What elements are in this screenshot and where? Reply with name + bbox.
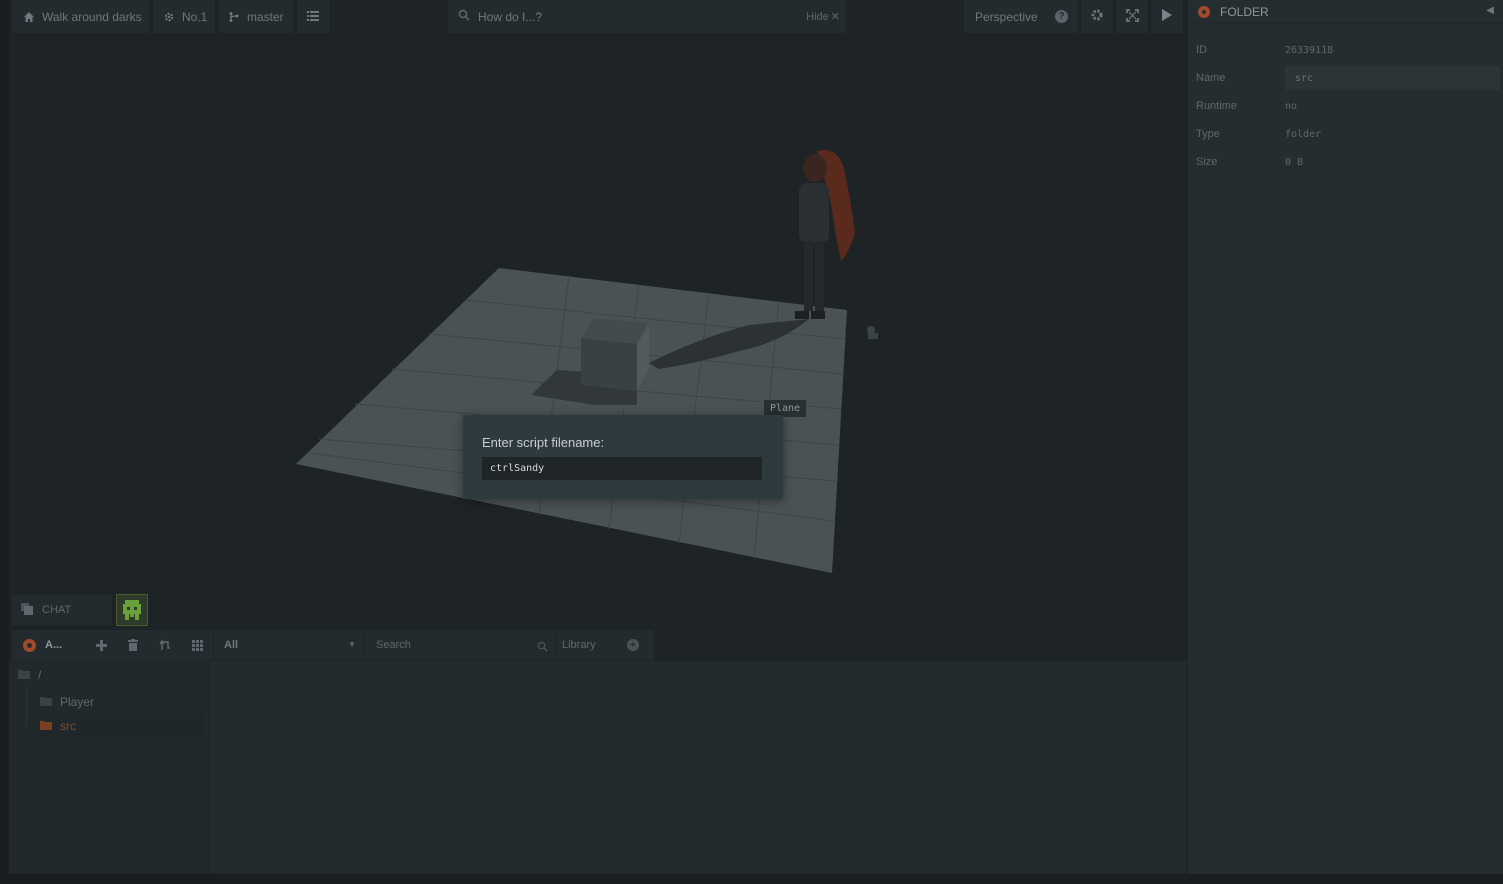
project-home-button[interactable]: Walk around darks [12,0,149,33]
tree-root-folder[interactable]: / [18,668,41,682]
row-key: Runtime [1196,100,1237,112]
avatar-icon [123,600,141,620]
row-value: 0 B [1285,156,1304,168]
fullscreen-button[interactable] [1116,0,1148,33]
asset-search-input[interactable] [376,639,526,651]
view-mode-label: Perspective [975,9,1038,24]
fullscreen-icon [1125,8,1139,25]
help-search-bar: Hide✕ [448,0,846,33]
inspector-title: FOLDER [1220,4,1269,19]
inspector-panel: FOLDER ◀ ID 26339118 Name src Runtime no… [1188,0,1503,874]
scene-settings-button[interactable]: No.1 [153,0,215,33]
tree-item-player[interactable]: Player [40,691,203,713]
row-value: folder [1285,128,1322,140]
left-edge-strip [0,0,9,874]
record-icon [1198,5,1210,18]
branch-icon [228,11,240,23]
trash-icon [128,639,138,651]
library-button[interactable]: Library + [556,639,646,651]
inspector-row-size: Size 0 B [1188,148,1503,176]
folder-icon [40,719,52,733]
list-icon [307,10,319,24]
library-label: Library [562,639,596,651]
scene-viewport[interactable] [9,33,1186,661]
asset-tree: / Player src [9,661,209,873]
menu-list-button[interactable] [297,0,329,33]
add-circle-icon[interactable]: + [627,639,639,651]
inspector-row-name: Name src [1188,64,1503,92]
row-value: no [1285,100,1298,112]
scene-render [296,149,878,573]
inspector-row-runtime: Runtime no [1188,92,1503,120]
up-arrow-icon [159,639,170,650]
editor-settings-button[interactable] [1081,0,1113,33]
name-field[interactable]: src [1285,66,1500,90]
grid-view-button[interactable] [181,639,213,651]
close-icon: ✕ [830,11,840,23]
tree-item-label: src [60,719,76,733]
row-value: 26339118 [1285,44,1334,56]
chevron-down-icon: ▼ [348,640,356,649]
dialog-label: Enter script filename: [482,435,605,450]
asset-filter-dropdown[interactable]: All ▼ [214,639,364,651]
inspector-row-id: ID 26339118 [1188,36,1503,64]
assets-title: A... [45,639,63,651]
row-key: Size [1196,156,1218,168]
chat-icon [21,602,33,618]
scene-name: No.1 [182,9,208,24]
search-icon [458,9,470,24]
chat-tab[interactable]: CHAT [12,595,112,625]
branch-name: master [247,9,284,24]
script-filename-input[interactable] [482,457,762,480]
asset-search [365,639,555,652]
row-key: Name [1196,72,1226,84]
project-name: Walk around darks [42,9,142,24]
help-search-input[interactable] [478,9,778,24]
collapse-left-icon[interactable]: ◀ [1486,5,1494,16]
help-icon[interactable]: ? [1055,10,1068,23]
folder-icon [40,695,52,709]
view-mode-dropdown[interactable]: Perspective ? [964,0,1078,33]
tree-guide-line [26,685,27,725]
grid-icon [191,639,203,651]
row-key: Type [1196,128,1220,140]
row-key: ID [1196,44,1207,56]
script-filename-dialog: Enter script filename: [463,415,783,499]
inspector-row-type: Type folder [1188,120,1503,148]
folder-icon [18,668,30,682]
avatar[interactable] [116,594,148,626]
status-strip [0,874,1503,884]
plus-icon [95,639,107,651]
delete-asset-button[interactable] [117,639,149,651]
editor-app: Walk around darks No.1 master Hide✕ Pers… [0,0,1503,884]
move-up-button[interactable] [149,639,181,651]
tree-item-label: / [38,668,42,682]
inspector-header: FOLDER ◀ [1188,0,1503,24]
record-icon [23,638,36,652]
hide-help-button[interactable]: Hide ✕ [806,10,840,23]
branch-button[interactable]: master [219,0,293,33]
hide-label: Hide [806,11,829,23]
add-asset-button[interactable] [85,639,117,651]
asset-grid-area[interactable] [210,661,1186,873]
filter-label: All [224,639,239,651]
assets-toolbar: A... All ▼ Search Library + [12,630,654,660]
gear-icon [163,11,175,23]
search-icon [537,641,548,655]
home-icon [23,11,35,23]
chat-label: CHAT [42,604,72,616]
launch-play-button[interactable] [1151,0,1183,33]
gear-icon [1090,8,1104,25]
tree-item-src[interactable]: src [40,715,203,737]
tree-item-label: Player [60,694,95,709]
play-icon [1161,8,1173,25]
